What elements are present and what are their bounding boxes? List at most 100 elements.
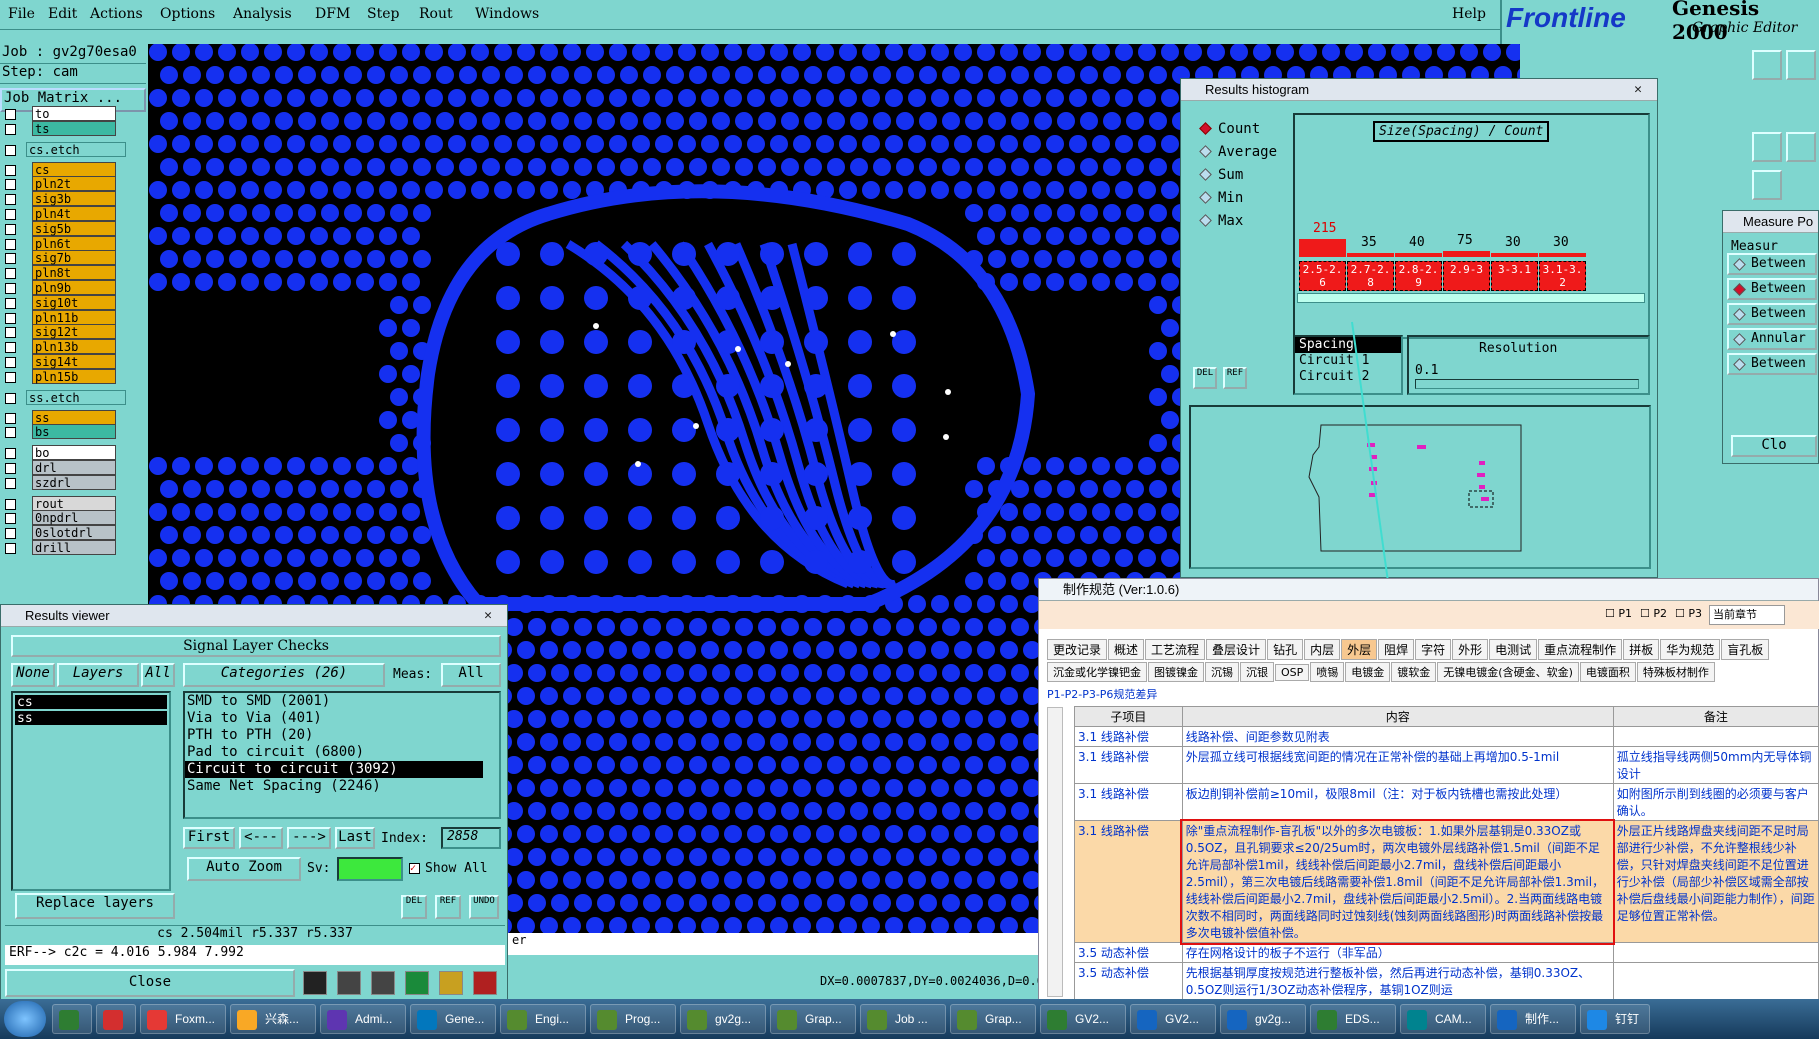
menu-edit[interactable]: Edit (48, 6, 77, 22)
layer-row[interactable]: 0npdrl (0, 510, 116, 526)
menu-help[interactable]: Help (1452, 6, 1486, 22)
spec-tab[interactable]: 图镀镍金 (1148, 662, 1204, 682)
layer-row[interactable]: to (0, 106, 116, 122)
layer-row[interactable]: 0slotdrl (0, 525, 116, 541)
histogram-del-button[interactable]: DEL (1193, 367, 1217, 389)
spec-tab[interactable]: OSP (1275, 664, 1310, 681)
taskbar-button[interactable] (96, 1004, 136, 1034)
first-button[interactable]: First (183, 827, 235, 849)
histogram-option-min[interactable]: Min (1199, 190, 1243, 206)
spec-row[interactable]: 3.5 动态补偿 先根据基铜厚度按规范进行整板补偿，然后再进行动态补偿，基铜0.3… (1074, 962, 1819, 1000)
close-icon[interactable]: ✕ (1625, 81, 1651, 98)
menu-step[interactable]: Step (367, 6, 399, 22)
layer-row[interactable]: cs.etch (0, 141, 146, 158)
checks-list[interactable]: SMD to SMD (2001) Via to Via (401) PTH to … (183, 691, 501, 819)
spec-row[interactable]: 3.1 线路补偿 除"重点流程制作-盲孔板"以外的多次电镀板：1.如果外层基铜是0… (1074, 818, 1819, 945)
layer-checkbox[interactable] (5, 179, 16, 191)
histogram-bar[interactable] (1299, 239, 1346, 257)
layer-row[interactable]: pln8t (0, 265, 116, 281)
layer-row[interactable]: bs (0, 424, 116, 440)
layer-row[interactable]: pln6t (0, 235, 116, 252)
histogram-icon[interactable] (473, 971, 497, 995)
spec-tab[interactable]: 沉金或化学镍钯金 (1047, 662, 1147, 682)
layer-row[interactable]: pln11b (0, 309, 116, 326)
taskbar-button[interactable]: Grap... (770, 1004, 856, 1034)
layer-row[interactable]: pln15b (0, 368, 116, 385)
none-button[interactable]: None (11, 663, 55, 687)
spec-tab[interactable]: 电镀面积 (1579, 662, 1636, 682)
spec-tab[interactable]: 喷锡 (1310, 662, 1345, 682)
menu-options[interactable]: Options (160, 6, 215, 22)
taskbar-button[interactable] (52, 1004, 92, 1034)
result-layer-item[interactable]: ss (15, 711, 167, 726)
layer-results-list[interactable]: cs ss (11, 691, 171, 891)
layer-row[interactable]: sig3b (0, 191, 116, 207)
layer-row[interactable]: pln2t (0, 176, 116, 192)
spec-tab[interactable]: 工艺流程 (1145, 639, 1206, 660)
layer-checkbox[interactable] (5, 498, 16, 510)
measure-option[interactable]: Between (1727, 253, 1817, 275)
taskbar-button[interactable]: Prog... (590, 1004, 676, 1034)
zoom-out-icon[interactable] (1786, 50, 1816, 80)
layer-checkbox[interactable] (5, 283, 16, 294)
histogram-option-count[interactable]: Count (1199, 121, 1260, 137)
spec-tab[interactable]: 电测试 (1489, 639, 1538, 660)
layer-checkbox[interactable] (5, 371, 16, 383)
layer-checkbox[interactable] (5, 543, 16, 554)
zoom-in-icon[interactable] (1752, 50, 1782, 80)
spec-tab[interactable]: 概述 (1108, 639, 1145, 660)
close-button[interactable]: Close (5, 969, 295, 997)
spec-check-p1[interactable]: ☐ P1 (1605, 607, 1632, 620)
taskbar-button[interactable]: Gene... (410, 1004, 496, 1034)
layer-row[interactable]: cs (0, 161, 116, 178)
layer-row[interactable]: drl (0, 460, 116, 476)
menu-rout[interactable]: Rout (419, 6, 453, 22)
results-undo-button[interactable]: UNDO (469, 895, 499, 919)
taskbar-button[interactable]: GV2... (1040, 1004, 1126, 1034)
spec-tab[interactable]: 沉锡 (1205, 662, 1239, 682)
histogram-bar[interactable] (1491, 253, 1538, 257)
taskbar-button[interactable]: 兴森... (230, 1004, 316, 1034)
show-all-checkbox[interactable]: ✓ (409, 863, 420, 874)
layer-row[interactable]: sig14t (0, 354, 116, 370)
histogram-ref-button[interactable]: REF (1223, 367, 1247, 389)
check-item[interactable]: Pad to circuit (6800) (185, 744, 483, 761)
last-button[interactable]: Last (335, 827, 375, 849)
menu-actions[interactable]: Actions (90, 6, 143, 22)
tool-icon-2[interactable] (337, 971, 361, 995)
taskbar-button[interactable]: Job ... (860, 1004, 946, 1034)
layer-row[interactable]: sig5b (0, 220, 116, 237)
layer-row[interactable]: bo (0, 445, 116, 461)
layer-checkbox[interactable] (5, 109, 16, 120)
spec-tab[interactable]: 电镀金 (1345, 662, 1391, 682)
check-item[interactable]: Circuit to circuit (3092) (185, 761, 483, 778)
spec-tab[interactable]: 字符 (1415, 639, 1452, 660)
spec-tab[interactable]: 盲孔板 (1721, 639, 1770, 660)
spec-tab[interactable]: 阻焊 (1378, 639, 1415, 660)
layers-button[interactable]: Layers (57, 663, 139, 687)
layer-checkbox[interactable] (5, 253, 16, 265)
spec-scrollbar[interactable] (1047, 707, 1063, 997)
taskbar-button[interactable]: Grap... (950, 1004, 1036, 1034)
histogram-bar[interactable] (1347, 253, 1394, 257)
layer-row[interactable]: pln9b (0, 280, 116, 296)
measure-option[interactable]: Between (1727, 353, 1817, 375)
taskbar-button[interactable]: gv2g... (1220, 1004, 1306, 1034)
spec-tab[interactable]: 沉银 (1240, 662, 1274, 682)
measure-option[interactable]: Annular (1727, 328, 1817, 350)
histogram-bar[interactable] (1443, 251, 1490, 257)
layer-checkbox[interactable] (5, 312, 16, 324)
spec-tab[interactable]: 钻孔 (1267, 639, 1304, 660)
result-layer-item[interactable]: cs (15, 695, 167, 710)
layer-row[interactable]: ts (0, 120, 116, 137)
meas-dropdown[interactable]: All (441, 663, 501, 687)
menu-file[interactable]: File (8, 6, 35, 22)
layer-row[interactable]: sig7b (0, 250, 116, 266)
chapter-dropdown[interactable]: 当前章节 (1709, 605, 1785, 625)
taskbar-button[interactable]: Foxm... (140, 1004, 226, 1034)
taskbar-button[interactable]: 制作... (1490, 1004, 1576, 1034)
auto-zoom-dropdown[interactable]: Auto Zoom (187, 857, 301, 881)
layer-checkbox[interactable] (5, 427, 16, 439)
replace-layers-dropdown[interactable]: Replace layers (15, 893, 175, 919)
spec-note[interactable]: P1-P2-P3-P6规范差异 (1047, 686, 1157, 702)
